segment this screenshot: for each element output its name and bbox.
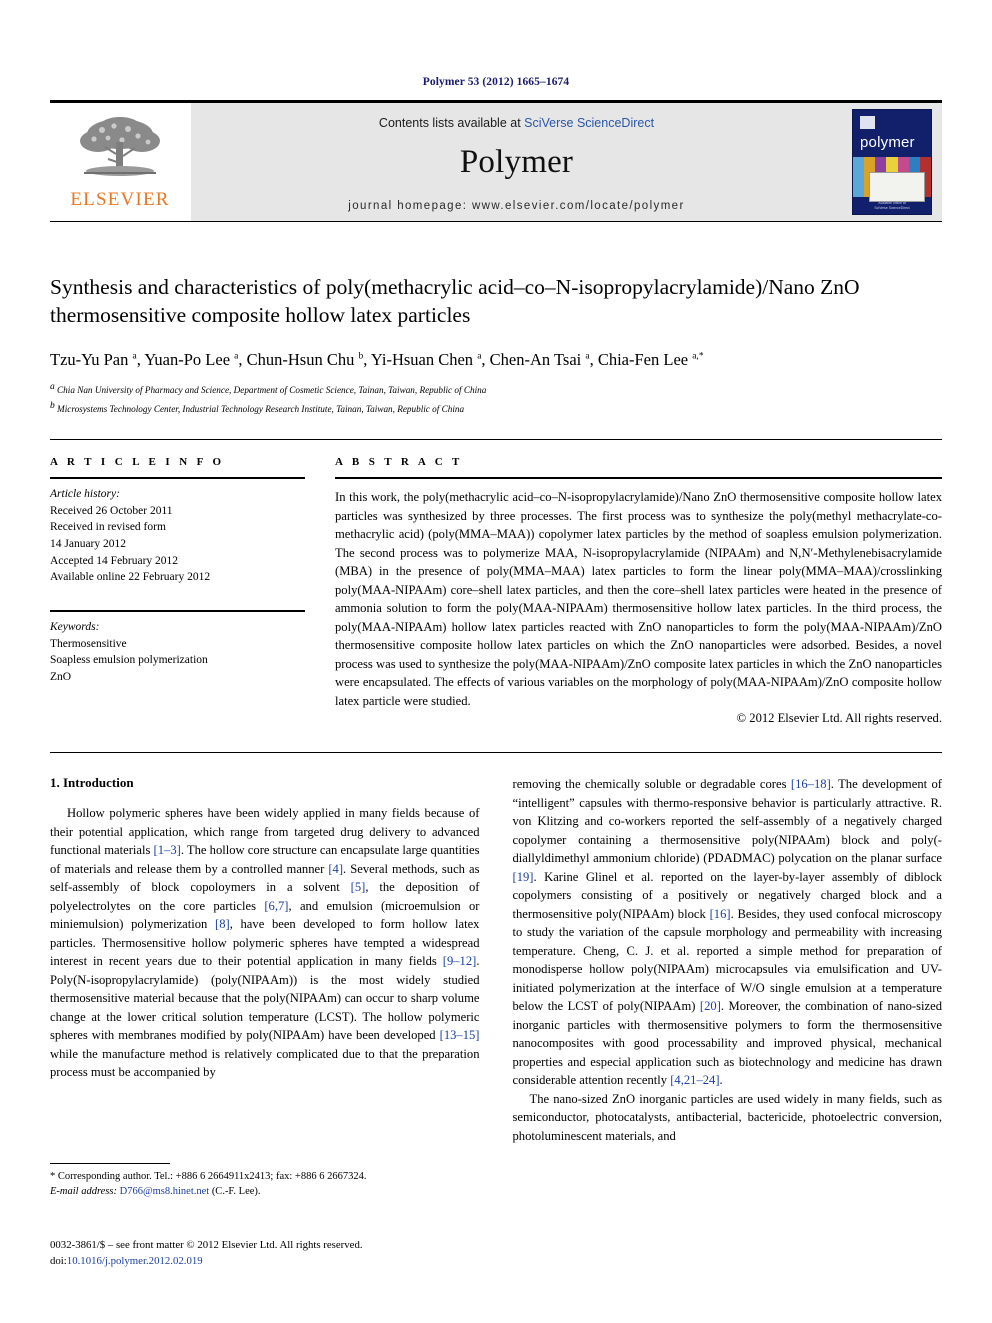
sciencedirect-link[interactable]: SciVerse ScienceDirect: [524, 116, 654, 130]
journal-name: Polymer: [459, 144, 574, 180]
keyword-item: ZnO: [50, 671, 72, 684]
cover-inset-figure: [869, 172, 925, 202]
citation-ref: [16]: [709, 906, 731, 921]
intro-paragraph-right: removing the chemically soluble or degra…: [512, 777, 943, 1088]
article-history-label: Article history:: [50, 488, 120, 501]
history-item: 14 January 2012: [50, 538, 127, 551]
citation-ref: [20]: [699, 999, 721, 1014]
banner-bottom-rule: [50, 221, 942, 222]
history-item: Received 26 October 2011: [50, 504, 173, 517]
email-note: E-mail address: D766@ms8.hinet.net (C.-F…: [50, 1184, 490, 1199]
article-page: Polymer 53 (2012) 1665–1674 ELSEVIER Con…: [0, 0, 992, 1323]
history-item: Accepted 14 February 2012: [50, 554, 179, 567]
body-column-right: removing the chemically soluble or degra…: [513, 775, 943, 1145]
citation-ref: [1–3]: [153, 843, 181, 858]
citation-ref: [5]: [350, 880, 366, 895]
email-link[interactable]: D766@ms8.hinet.net: [120, 1186, 210, 1197]
citation-ref: [6,7]: [264, 898, 289, 913]
keywords-block: Keywords: Thermosensitive Soapless emuls…: [50, 612, 305, 686]
banner-center: Contents lists available at SciVerse Sci…: [191, 103, 842, 221]
elsevier-wordmark: ELSEVIER: [70, 188, 170, 210]
article-info-heading: A R T I C L E I N F O: [50, 456, 225, 469]
citation-ref: [4]: [328, 861, 344, 876]
keyword-item: Soapless emulsion polymerization: [50, 654, 208, 667]
elsevier-logo: ELSEVIER: [50, 103, 191, 221]
abstract-text: In this work, the poly(methacrylic acid–…: [335, 490, 942, 708]
citation-ref: [13–15]: [439, 1028, 480, 1043]
affiliation-a: a Chia Nan University of Pharmacy and Sc…: [50, 382, 487, 396]
abstract-column: A B S T R A C T In this work, the poly(m…: [335, 456, 942, 726]
journal-banner: ELSEVIER Contents lists available at Sci…: [50, 100, 942, 221]
citation-ref: [8]: [215, 917, 230, 932]
abstract-heading: A B S T R A C T: [335, 456, 463, 469]
history-item: Received in revised form: [50, 521, 166, 534]
author-list: Tzu-Yu Pan a, Yuan-Po Lee a, Chun-Hsun C…: [50, 350, 704, 370]
email-label: E-mail address:: [50, 1186, 117, 1198]
issn-line: 0032-3861/$ – see front matter © 2012 El…: [50, 1239, 363, 1251]
cover-title: polymer: [860, 134, 915, 151]
citation-ref: [4,21–24]: [670, 1073, 720, 1088]
article-info-column: A R T I C L E I N F O Article history: R…: [50, 456, 305, 726]
keyword-item: Thermosensitive: [50, 637, 127, 650]
doi-label: doi:: [50, 1254, 67, 1267]
page-title: Synthesis and characteristics of poly(me…: [50, 275, 860, 327]
footnote-rule: [50, 1163, 170, 1164]
citation-ref: [9–12]: [442, 954, 477, 969]
intro-paragraph-left: Hollow polymeric spheres have been widel…: [50, 806, 480, 1080]
journal-homepage[interactable]: journal homepage: www.elsevier.com/locat…: [348, 200, 684, 212]
intro-paragraph-right-2: The nano-sized ZnO inorganic particles a…: [512, 1091, 943, 1143]
history-item: Available online 22 February 2012: [50, 571, 211, 584]
contents-available-line: Contents lists available at SciVerse Sci…: [379, 116, 654, 130]
keywords-label: Keywords:: [50, 621, 100, 634]
journal-cover-container: polymer Available online at SciVerse Sci…: [842, 103, 942, 221]
cover-footer: Available online at SciVerse ScienceDire…: [874, 200, 910, 210]
contents-prefix: Contents lists available at: [378, 116, 525, 130]
elsevier-tree-icon: [80, 116, 160, 176]
email-suffix: (C.-F. Lee).: [211, 1186, 261, 1198]
running-head: Polymer 53 (2012) 1665–1674: [422, 76, 570, 88]
body-column-left: 1. Introduction Hollow polymeric spheres…: [50, 775, 480, 1145]
corresponding-author-note: * Corresponding author. Tel.: +886 6 266…: [50, 1171, 367, 1182]
body-region: 1. Introduction Hollow polymeric spheres…: [50, 752, 942, 1145]
info-abstract-region: A R T I C L E I N F O Article history: R…: [50, 439, 942, 726]
doi-link[interactable]: 10.1016/j.polymer.2012.02.019: [67, 1255, 203, 1267]
abstract-copyright: © 2012 Elsevier Ltd. All rights reserved…: [736, 711, 942, 726]
citation-ref: [19]: [512, 869, 534, 884]
article-history-block: Article history: Received 26 October 201…: [50, 479, 305, 586]
cover-publisher-mark-icon: [860, 116, 875, 129]
citation-ref: [16–18]: [790, 777, 831, 792]
imprint-block: 0032-3861/$ – see front matter © 2012 El…: [50, 1238, 520, 1269]
journal-cover-thumbnail[interactable]: polymer Available online at SciVerse Sci…: [852, 109, 932, 215]
section-title-introduction: 1. Introduction: [50, 775, 134, 791]
doi-line: doi:10.1016/j.polymer.2012.02.019: [50, 1254, 520, 1270]
footnote-block: * Corresponding author. Tel.: +886 6 266…: [50, 1163, 490, 1199]
affiliation-b: b Microsystems Technology Center, Indust…: [50, 401, 465, 415]
